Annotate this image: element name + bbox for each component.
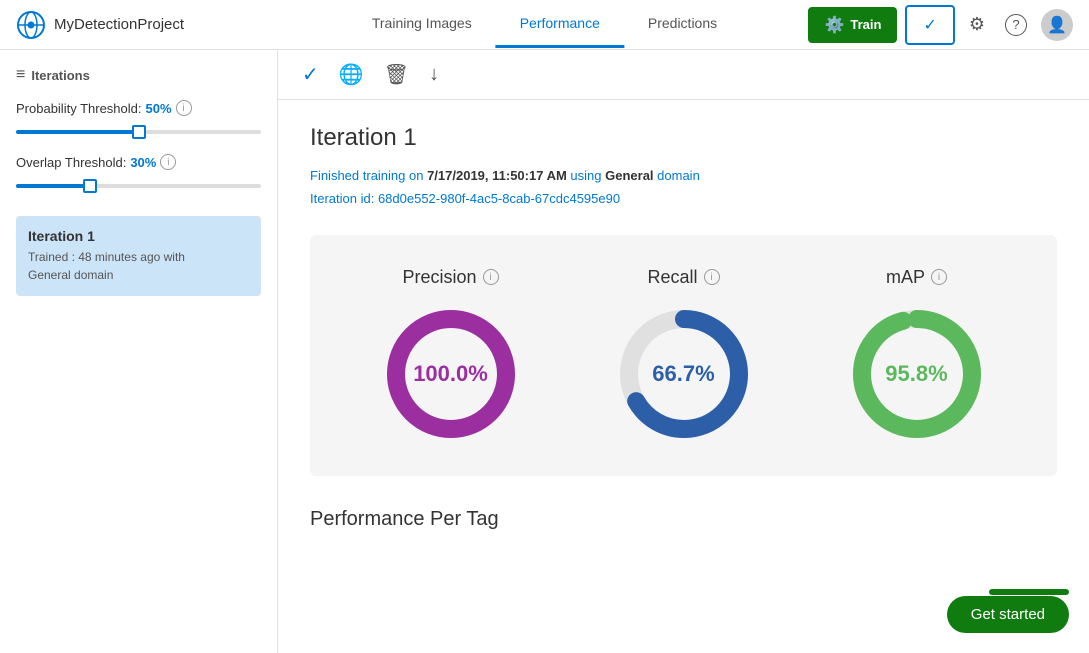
probability-slider-fill	[16, 130, 139, 134]
probability-threshold-value: 50%	[146, 101, 172, 116]
overlap-slider-fill	[16, 184, 90, 188]
recall-label: Recall i	[647, 267, 719, 288]
overlap-slider-thumb[interactable]	[83, 179, 97, 193]
meta-prefix: Finished training on	[310, 168, 427, 183]
meta-mid: using	[567, 168, 605, 183]
meta-id-prefix: Iteration id:	[310, 191, 378, 206]
recall-info-icon[interactable]: i	[704, 269, 720, 285]
overlap-slider-track	[16, 184, 261, 188]
precision-donut: 100.0%	[381, 304, 521, 444]
probability-slider-track	[16, 130, 261, 134]
precision-info-icon[interactable]: i	[483, 269, 499, 285]
publish-icon[interactable]: ✓	[302, 62, 319, 87]
precision-value: 100.0%	[413, 361, 488, 387]
logo-area: MyDetectionProject	[16, 10, 184, 40]
overlap-slider[interactable]	[16, 176, 261, 196]
user-avatar[interactable]: 👤	[1041, 9, 1073, 41]
meta-suffix: domain	[654, 168, 700, 183]
tab-predictions[interactable]: Predictions	[624, 1, 741, 48]
meta-id: 68d0e552-980f-4ac5-8cab-67cdc4595e90	[378, 191, 620, 206]
quick-test-button[interactable]: ✓	[905, 5, 954, 45]
sidebar-iterations-header: ≡ Iterations	[16, 66, 261, 84]
train-button-label: Train	[850, 17, 881, 32]
probability-slider[interactable]	[16, 122, 261, 142]
overlap-info-icon[interactable]: i	[160, 154, 176, 170]
gear-icon: ⚙️	[824, 15, 844, 35]
settings-icon: ⚙	[969, 14, 985, 35]
header-actions: ⚙️ Train ✓ ⚙ ? 👤	[808, 5, 1073, 45]
map-value: 95.8%	[885, 361, 947, 387]
help-icon: ?	[1005, 14, 1027, 36]
iteration-title: Iteration 1	[310, 124, 1057, 152]
recall-metric: Recall i 66.7%	[614, 267, 754, 444]
train-button[interactable]: ⚙️ Train	[808, 7, 897, 43]
map-metric: mAP i 95.8%	[847, 267, 987, 444]
overlap-threshold-value: 30%	[130, 155, 156, 170]
iteration-list-item[interactable]: Iteration 1 Trained : 48 minutes ago wit…	[16, 216, 261, 296]
probability-slider-thumb[interactable]	[132, 125, 146, 139]
map-label: mAP i	[886, 267, 947, 288]
app-logo-icon	[16, 10, 46, 40]
recall-donut: 66.7%	[614, 304, 754, 444]
layers-icon: ≡	[16, 66, 25, 84]
metrics-card: Precision i 100.0% Recall	[310, 235, 1057, 476]
probability-threshold-label: Probability Threshold: 50% i	[16, 100, 261, 116]
iteration-item-desc: Trained : 48 minutes ago with General do…	[28, 248, 249, 284]
iteration-meta: Finished training on 7/17/2019, 11:50:17…	[310, 164, 1057, 211]
precision-label: Precision i	[402, 267, 498, 288]
project-name: MyDetectionProject	[54, 16, 184, 33]
overlap-threshold-label: Overlap Threshold: 30% i	[16, 154, 261, 170]
map-donut: 95.8%	[847, 304, 987, 444]
main-layout: ≡ Iterations Probability Threshold: 50% …	[0, 50, 1089, 653]
delete-icon[interactable]: 🗑	[384, 62, 409, 87]
sidebar: ≡ Iterations Probability Threshold: 50% …	[0, 50, 278, 653]
main-nav: Training Images Performance Predictions	[348, 1, 741, 48]
probability-info-icon[interactable]: i	[176, 100, 192, 116]
tab-training-images[interactable]: Training Images	[348, 1, 496, 48]
download-icon[interactable]: ↓	[429, 63, 439, 86]
performance-per-tag-title: Performance Per Tag	[310, 508, 1057, 531]
recall-value: 66.7%	[652, 361, 714, 387]
probability-threshold-group: Probability Threshold: 50% i	[16, 100, 261, 142]
help-button[interactable]: ?	[999, 8, 1033, 42]
settings-button[interactable]: ⚙	[963, 8, 991, 41]
globe-icon[interactable]: 🌐	[339, 62, 364, 87]
app-header: MyDetectionProject Training Images Perfo…	[0, 0, 1089, 50]
overlap-threshold-group: Overlap Threshold: 30% i	[16, 154, 261, 196]
precision-metric: Precision i 100.0%	[381, 267, 521, 444]
meta-domain: General	[605, 168, 653, 183]
avatar-icon: 👤	[1047, 15, 1067, 35]
progress-bar	[989, 589, 1069, 595]
get-started-button[interactable]: Get started	[947, 596, 1069, 633]
main-content: ✓ 🌐 🗑 ↓ Iteration 1 Finished training on…	[278, 50, 1089, 653]
map-info-icon[interactable]: i	[931, 269, 947, 285]
iteration-item-title: Iteration 1	[28, 228, 249, 244]
content-body: Iteration 1 Finished training on 7/17/20…	[278, 100, 1089, 555]
content-toolbar: ✓ 🌐 🗑 ↓	[278, 50, 1089, 100]
check-icon: ✓	[923, 17, 936, 34]
tab-performance[interactable]: Performance	[496, 1, 624, 48]
meta-date: 7/17/2019, 11:50:17 AM	[427, 168, 567, 183]
